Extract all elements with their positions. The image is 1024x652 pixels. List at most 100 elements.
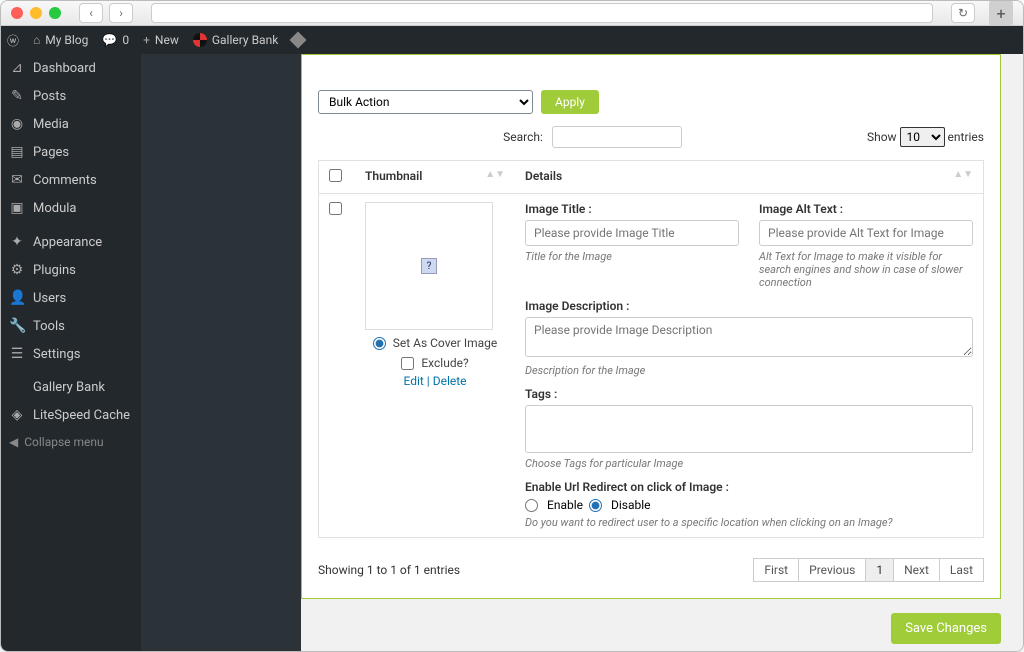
image-alt-help: Alt Text for Image to make it visible fo…	[759, 250, 973, 289]
gallerybank-icon	[193, 33, 207, 47]
sidebar-item-pages[interactable]: ▤ Pages	[1, 138, 141, 166]
adminbar-site-label: My Blog	[45, 33, 88, 47]
sidebar-item-litespeed-cache[interactable]: ◈LiteSpeed Cache	[1, 401, 141, 429]
sidebar-item-label: Users	[33, 291, 66, 306]
table-row: ? Set As Cover Image Exclu	[319, 194, 984, 538]
menu-icon: ☰	[9, 346, 25, 362]
bulk-action-select[interactable]: Bulk Action	[318, 90, 533, 114]
thumbnail-header: Thumbnail	[365, 169, 422, 183]
sidebar-item-media[interactable]: ◉ Media	[1, 110, 141, 138]
sidebar-item-label: Comments	[33, 173, 97, 188]
tags-input[interactable]	[525, 405, 973, 453]
tags-label: Tags :	[525, 387, 973, 401]
search-input[interactable]	[552, 126, 682, 148]
browser-forward-button[interactable]: ›	[109, 3, 133, 23]
wp-logo-icon[interactable]: ⓦ	[7, 32, 19, 49]
row-checkbox[interactable]	[329, 202, 342, 215]
image-alt-label: Image Alt Text :	[759, 202, 973, 216]
sidebar-item-gallery-bank[interactable]: Gallery Bank	[1, 374, 141, 401]
menu-icon: ✦	[9, 234, 25, 250]
show-entries-select[interactable]: 10	[900, 127, 945, 147]
sidebar-item-plugins[interactable]: ⚙Plugins	[1, 256, 141, 284]
disable-redirect-radio[interactable]	[589, 499, 602, 512]
mac-titlebar: ‹ › ↻ +	[1, 1, 1023, 26]
entries-info: Showing 1 to 1 of 1 entries	[318, 563, 460, 577]
redirect-help: Do you want to redirect user to a specif…	[525, 516, 973, 529]
delete-link[interactable]: Delete	[433, 374, 467, 388]
pager-page-1[interactable]: 1	[866, 558, 894, 582]
menu-icon: ✎	[9, 88, 25, 104]
sidebar-item-appearance[interactable]: ✦ Appearance	[1, 228, 141, 256]
sidebar-item-users[interactable]: 👤 Users	[1, 284, 141, 312]
sidebar-item-label: Dashboard	[33, 61, 96, 76]
set-cover-label: Set As Cover Image	[393, 336, 498, 350]
minimize-window-icon[interactable]	[30, 7, 42, 19]
adminbar-diamond-icon[interactable]	[292, 34, 304, 46]
pagination: First Previous 1 Next Last	[753, 558, 984, 582]
menu-icon: ▣	[9, 200, 25, 216]
sidebar-item-comments[interactable]: ✉ Comments	[1, 166, 141, 194]
search-label: Search:	[503, 130, 543, 144]
adminbar-gallerybank-link[interactable]: Gallery Bank	[193, 33, 278, 47]
exclude-checkbox[interactable]	[401, 357, 414, 370]
disable-label: Disable	[611, 498, 651, 512]
sidebar-item-label: Appearance	[33, 235, 102, 250]
pager-prev[interactable]: Previous	[799, 558, 866, 582]
pager-next[interactable]: Next	[894, 558, 940, 582]
image-title-input[interactable]	[525, 220, 739, 246]
menu-icon: ✉	[9, 172, 25, 188]
sidebar-item-settings[interactable]: ☰Settings	[1, 340, 141, 368]
collapse-menu[interactable]: ◀Collapse menu	[1, 429, 141, 455]
sidebar-item-posts[interactable]: ✎ Posts	[1, 82, 141, 110]
enable-redirect-radio[interactable]	[525, 499, 538, 512]
image-alt-input[interactable]	[759, 220, 973, 246]
image-desc-help: Description for the Image	[525, 364, 973, 377]
browser-newtab-button[interactable]: +	[989, 1, 1013, 25]
menu-icon: ◉	[9, 116, 25, 132]
menu-icon: 👤	[9, 290, 25, 306]
wp-submenu	[141, 54, 301, 652]
menu-icon: ▤	[9, 144, 25, 160]
gallery-panel: Bulk Action Apply Search: Show	[301, 74, 1001, 599]
browser-url-bar[interactable]	[151, 3, 933, 23]
thumbnail-preview[interactable]: ?	[365, 202, 493, 330]
collapse-icon: ◀	[9, 435, 18, 449]
image-desc-input[interactable]	[525, 317, 973, 357]
adminbar-site-link[interactable]: ⌂My Blog	[33, 33, 88, 47]
adminbar-comments-count: 0	[122, 33, 129, 47]
tags-help: Choose Tags for particular Image	[525, 457, 973, 470]
save-changes-button[interactable]: Save Changes	[891, 613, 1001, 644]
set-cover-radio[interactable]	[373, 337, 386, 350]
browser-back-button[interactable]: ‹	[79, 3, 103, 23]
sidebar-item-tools[interactable]: 🔧Tools	[1, 312, 141, 340]
adminbar-new-link[interactable]: +New	[143, 33, 179, 47]
wp-sidebar: ⊿ Dashboard ✎ Posts ◉ Media ▤ Pages ✉ Comments ▣ Mo…	[1, 54, 141, 652]
sidebar-item-label: Modula	[33, 201, 77, 216]
browser-refresh-button[interactable]: ↻	[951, 3, 975, 23]
menu-icon: 🔧	[9, 318, 25, 334]
sidebar-item-dashboard[interactable]: ⊿ Dashboard	[1, 54, 141, 82]
enable-label: Enable	[547, 498, 583, 512]
image-title-label: Image Title :	[525, 202, 739, 216]
sidebar-item-label: Posts	[33, 89, 66, 104]
adminbar-gallery-label: Gallery Bank	[212, 33, 278, 47]
menu-icon: ⚙	[9, 262, 25, 278]
apply-button[interactable]: Apply	[541, 90, 599, 114]
sidebar-item-label: Pages	[33, 145, 69, 160]
maximize-window-icon[interactable]	[49, 7, 61, 19]
select-all-checkbox[interactable]	[329, 169, 342, 182]
adminbar-new-label: New	[155, 33, 179, 47]
image-title-help: Title for the Image	[525, 250, 739, 263]
exclude-label: Exclude?	[421, 356, 468, 370]
sidebar-item-modula[interactable]: ▣ Modula	[1, 194, 141, 222]
pager-last[interactable]: Last	[940, 558, 984, 582]
menu-icon: ⊿	[9, 60, 25, 76]
adminbar-comments-link[interactable]: 💬0	[102, 33, 129, 47]
sidebar-item-label: Gallery Bank	[33, 380, 105, 395]
sidebar-item-label: Media	[33, 117, 69, 132]
close-window-icon[interactable]	[11, 7, 23, 19]
menu-icon: ◈	[9, 407, 25, 423]
pager-first[interactable]: First	[753, 558, 799, 582]
entries-label: entries	[948, 130, 984, 144]
edit-link[interactable]: Edit	[403, 374, 423, 388]
